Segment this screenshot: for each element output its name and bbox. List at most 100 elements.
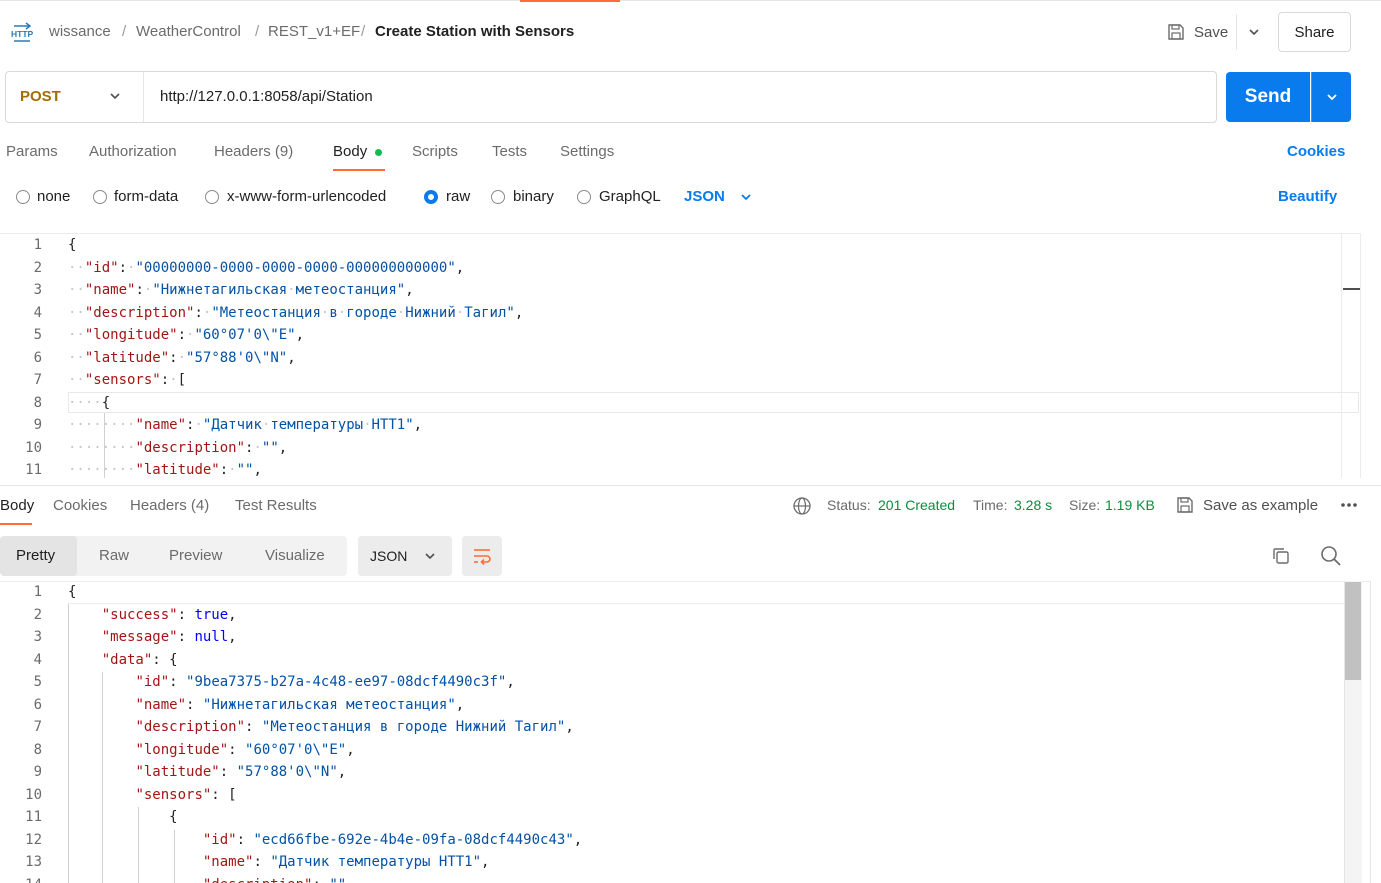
- tab-headers[interactable]: Headers (9): [214, 143, 293, 160]
- tab-params[interactable]: Params: [6, 143, 58, 160]
- code-line: ··"description":·"Метеостанция·в·городе·…: [68, 305, 524, 321]
- radio-none[interactable]: [16, 190, 30, 204]
- code-line: ··"id":·"00000000-0000-0000-0000-0000000…: [68, 260, 465, 276]
- globe-icon[interactable]: [792, 496, 812, 516]
- line-number: 9: [33, 764, 42, 780]
- code-line: "success": true,: [101, 607, 237, 623]
- size-value[interactable]: 1.19 KB: [1105, 497, 1155, 513]
- tab-body[interactable]: Body: [333, 143, 367, 160]
- body-format-select[interactable]: JSON: [684, 188, 725, 205]
- time-value[interactable]: 3.28 s: [1014, 497, 1052, 513]
- radio-label-form-data[interactable]: form-data: [114, 188, 178, 205]
- response-tab-headers[interactable]: Headers (4): [130, 497, 209, 514]
- beautify-button[interactable]: Beautify: [1278, 188, 1337, 205]
- breadcrumb-folder[interactable]: REST_v1+EF: [268, 23, 360, 40]
- line-number: 11: [25, 809, 42, 825]
- code-line: "description": "Метеостанция в городе Ни…: [135, 719, 574, 735]
- request-editor-scrollbar[interactable]: [1341, 233, 1361, 478]
- code-line: "description": "",: [68, 877, 355, 883]
- line-number: 7: [33, 372, 42, 388]
- breadcrumb-workspace[interactable]: wissance: [49, 23, 111, 40]
- code-line: ··"latitude":·"57°88'0\"N",: [68, 350, 296, 366]
- line-number: 3: [33, 282, 42, 298]
- method-select[interactable]: POST: [20, 88, 61, 105]
- radio-label-graphql[interactable]: GraphQL: [599, 188, 661, 205]
- line-number: 11: [25, 462, 42, 478]
- tab-scripts[interactable]: Scripts: [412, 143, 458, 160]
- active-line-highlight: [68, 392, 1359, 413]
- more-options-icon[interactable]: [1340, 500, 1358, 510]
- panel-divider[interactable]: [0, 485, 1381, 486]
- search-icon[interactable]: [1320, 545, 1342, 567]
- response-tab-test-results[interactable]: Test Results: [235, 497, 317, 514]
- url-input[interactable]: http://127.0.0.1:8058/api/Station: [160, 88, 373, 105]
- line-number: 10: [25, 440, 42, 456]
- code-line: ········"description":·"",: [68, 440, 288, 456]
- radio-binary[interactable]: [491, 190, 505, 204]
- response-viewer-scroll-thumb[interactable]: [1345, 582, 1361, 680]
- line-number: 10: [25, 787, 42, 803]
- radio-label-none[interactable]: none: [37, 188, 70, 205]
- code-line: ··"name":·"Нижнетагильская·метеостанция"…: [68, 282, 414, 298]
- code-line: "name": "Датчик температуры НТТ1",: [202, 854, 490, 870]
- view-tab-raw[interactable]: Raw: [99, 547, 129, 564]
- code-line: ··"longitude":·"60°07'0\"E",: [68, 327, 305, 343]
- line-number: 2: [33, 607, 42, 623]
- tab-authorization[interactable]: Authorization: [89, 143, 177, 160]
- chevron-down-icon[interactable]: [108, 89, 122, 103]
- code-line: {: [169, 809, 178, 825]
- radio-label-binary[interactable]: binary: [513, 188, 554, 205]
- response-format-label: JSON: [370, 548, 408, 564]
- send-button[interactable]: Send: [1226, 72, 1310, 122]
- radio-raw[interactable]: [424, 190, 438, 204]
- save-button[interactable]: Save: [1160, 14, 1236, 50]
- view-tab-preview[interactable]: Preview: [169, 547, 222, 564]
- save-as-example-button[interactable]: Save as example: [1175, 495, 1318, 515]
- save-as-example-label: Save as example: [1203, 496, 1319, 514]
- line-number: 6: [33, 697, 42, 713]
- view-tab-pretty[interactable]: Pretty: [16, 547, 55, 564]
- radio-graphql[interactable]: [577, 190, 591, 204]
- share-button[interactable]: Share: [1278, 12, 1351, 52]
- breadcrumb-collection[interactable]: WeatherControl: [136, 23, 241, 40]
- response-tab-body[interactable]: Body: [0, 497, 34, 514]
- chevron-down-icon: [425, 553, 435, 560]
- radio-label-urlencoded[interactable]: x-www-form-urlencoded: [227, 188, 386, 205]
- save-options-button[interactable]: [1236, 14, 1270, 50]
- code-line: ····{: [68, 395, 111, 411]
- response-format-select[interactable]: JSON: [358, 536, 452, 576]
- line-number: 3: [33, 629, 42, 645]
- line-number: 4: [33, 652, 42, 668]
- breadcrumb-separator: /: [255, 23, 260, 40]
- radio-label-raw[interactable]: raw: [446, 188, 470, 205]
- tab-tests[interactable]: Tests: [492, 143, 527, 160]
- active-tab-accent: [520, 0, 620, 2]
- chevron-down-icon: [1248, 29, 1259, 36]
- save-icon: [1177, 497, 1193, 513]
- tab-settings[interactable]: Settings: [560, 143, 614, 160]
- radio-urlencoded[interactable]: [205, 190, 219, 204]
- send-options-button[interactable]: [1311, 72, 1351, 122]
- svg-text:HTTP: HTTP: [11, 29, 34, 39]
- view-tab-visualize[interactable]: Visualize: [265, 547, 325, 564]
- code-line: {: [68, 237, 77, 253]
- page-title[interactable]: Create Station with Sensors: [375, 23, 574, 40]
- response-tab-cookies[interactable]: Cookies: [53, 497, 107, 514]
- wrap-lines-button[interactable]: [462, 536, 502, 576]
- cookies-link[interactable]: Cookies: [1287, 143, 1345, 160]
- panel-edge: [1370, 581, 1371, 883]
- line-number: 1: [33, 584, 42, 600]
- status-value[interactable]: 201 Created: [878, 497, 955, 513]
- copy-icon[interactable]: [1271, 546, 1291, 566]
- save-icon: [1168, 24, 1184, 40]
- chevron-down-icon[interactable]: [739, 190, 753, 204]
- line-number: 9: [33, 417, 42, 433]
- request-editor-scroll-thumb[interactable]: [1343, 288, 1360, 290]
- code-line: "sensors": [: [135, 787, 237, 803]
- line-number: 1: [33, 237, 42, 253]
- line-number: 4: [33, 305, 42, 321]
- size-label: Size:: [1069, 497, 1101, 513]
- code-line: "longitude": "60°07'0\"E",: [135, 742, 355, 758]
- radio-form-data[interactable]: [93, 190, 107, 204]
- code-line: ··"sensors":·[: [68, 372, 187, 388]
